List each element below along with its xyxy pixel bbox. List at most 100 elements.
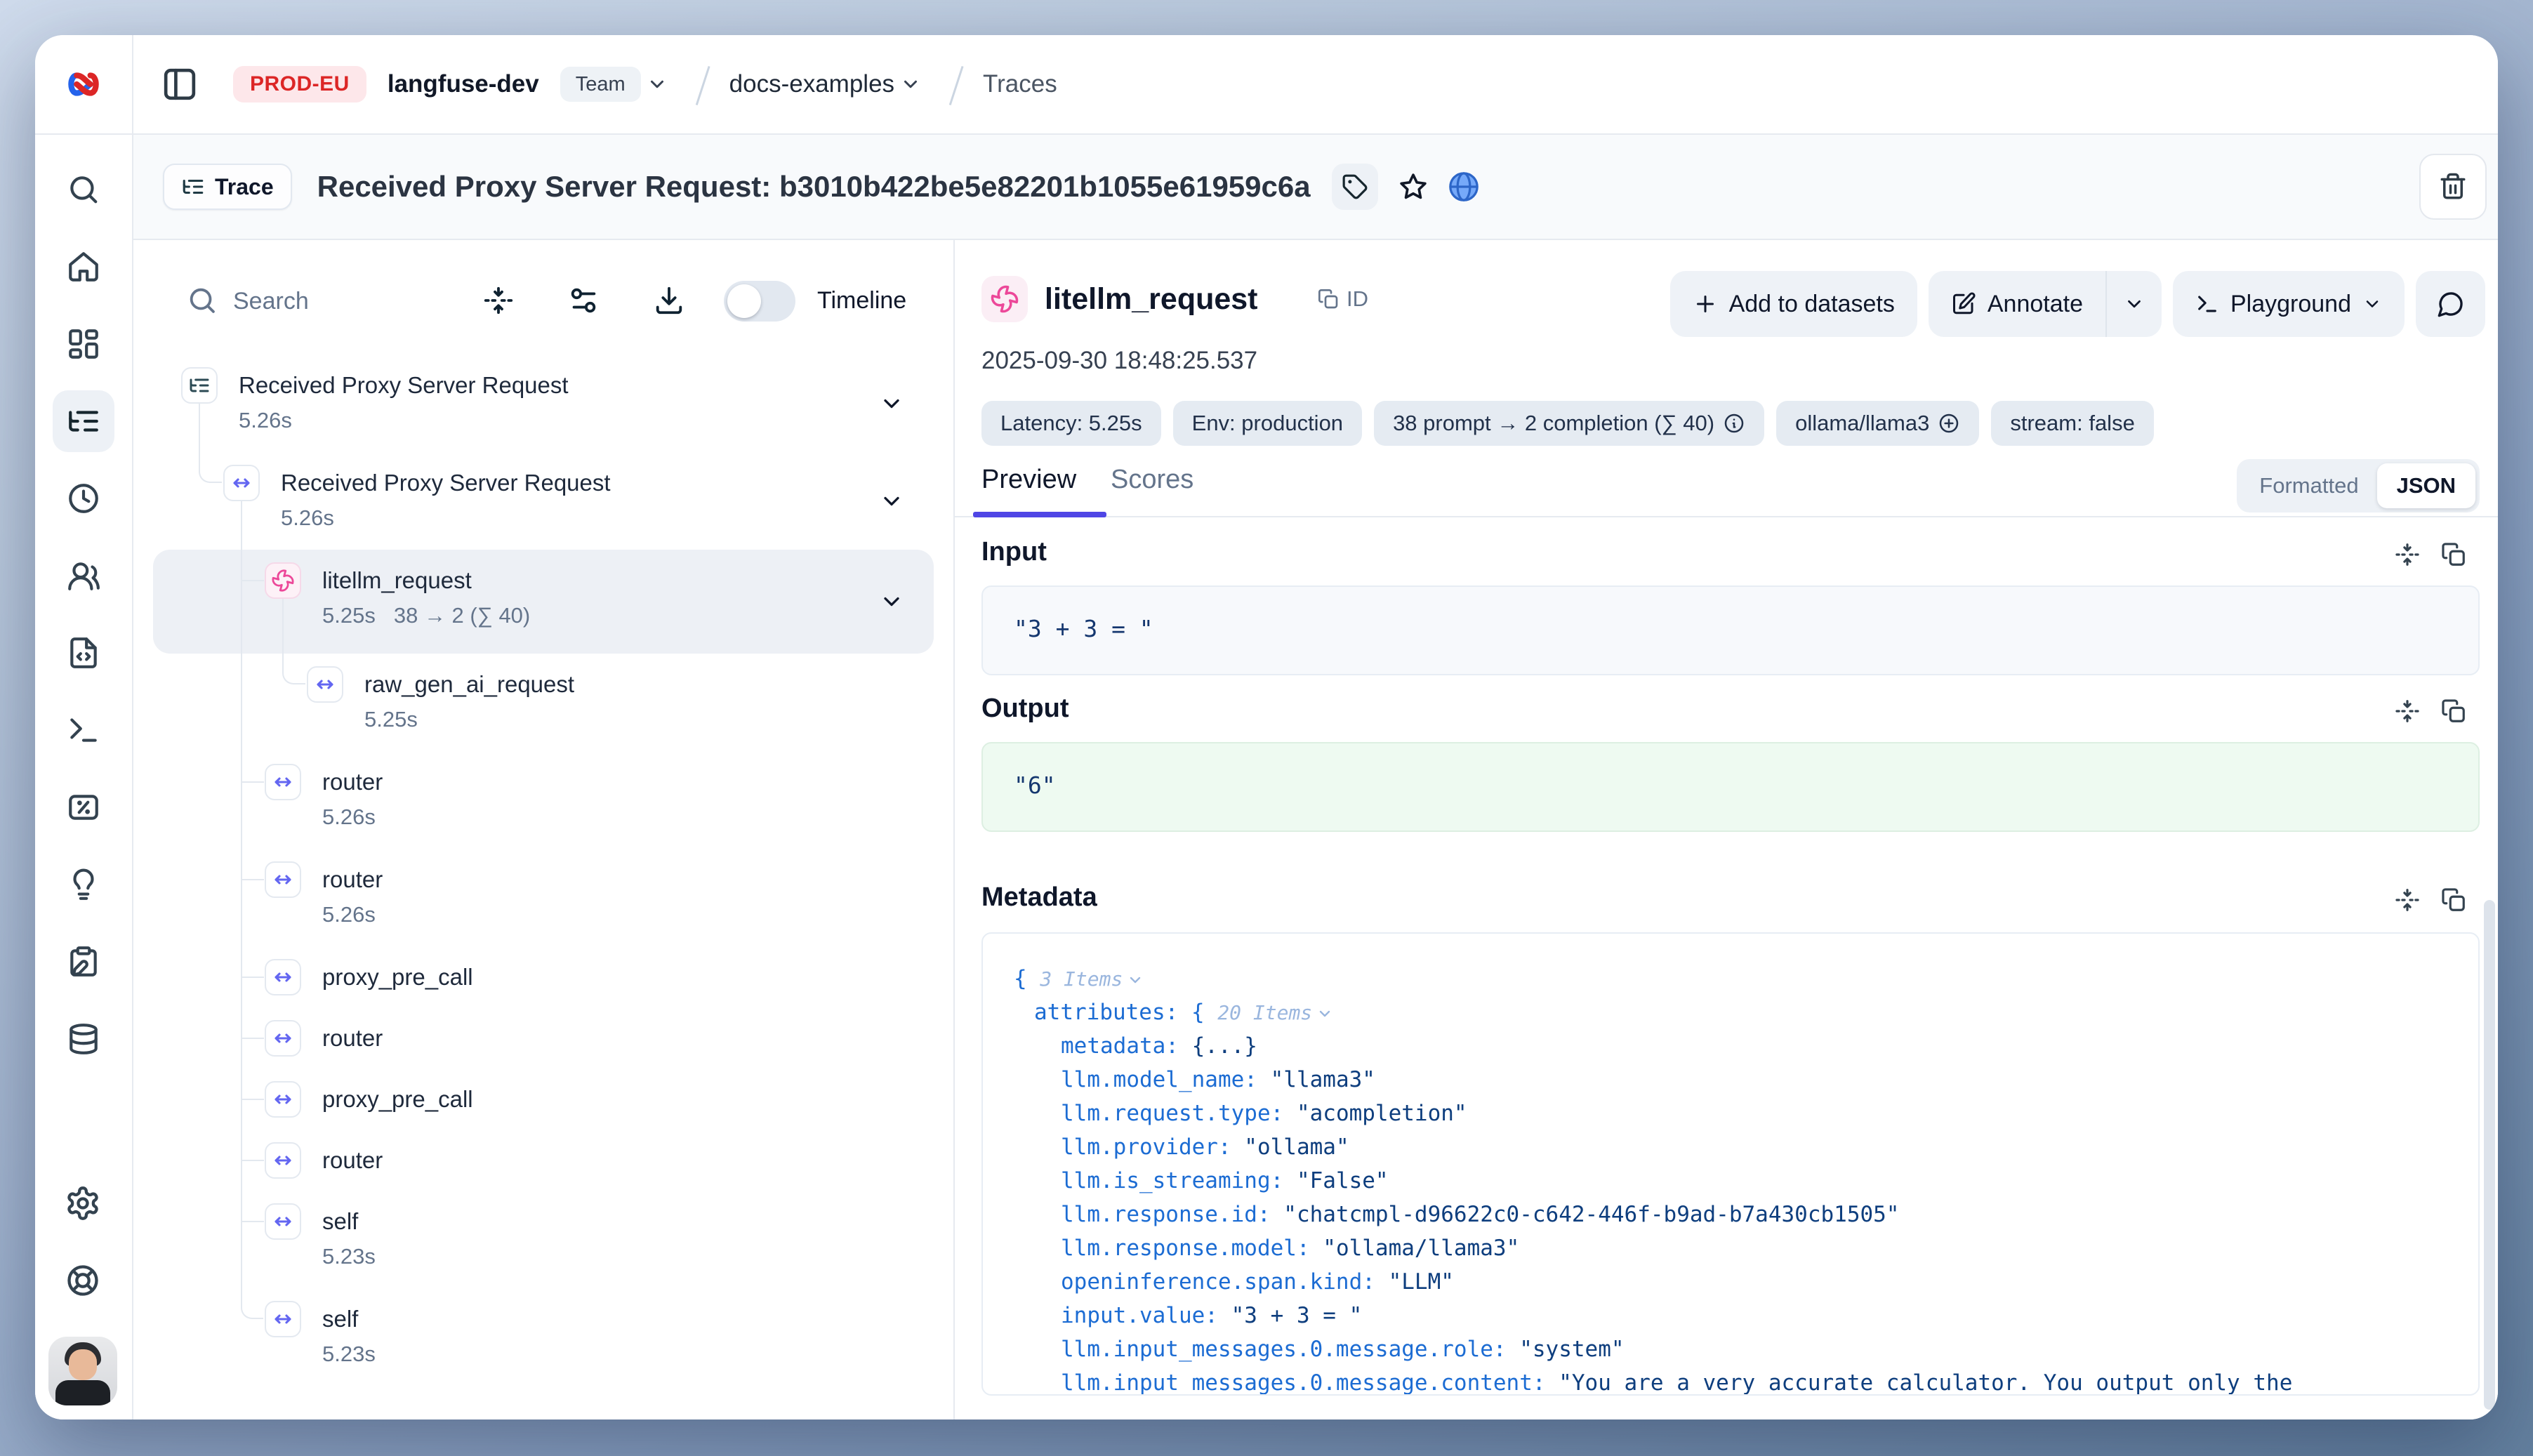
sidebar-item-annotation[interactable]: [53, 931, 114, 993]
badge-ollama-llama3[interactable]: ollama/llama3: [1776, 401, 1979, 446]
fold-vertical-icon[interactable]: [2394, 541, 2421, 568]
info-icon: [1723, 412, 1745, 435]
sidebar-item-users[interactable]: [53, 545, 114, 607]
sidebar-toggle-button[interactable]: [160, 65, 199, 104]
sidebar-item-dashboard[interactable]: [53, 313, 114, 375]
row-collapse-chevron[interactable]: [879, 589, 904, 618]
copy-icon[interactable]: [2440, 541, 2467, 568]
observation-detail-panel: litellm_request ID Add to datasets Annot…: [955, 240, 2498, 1419]
fan-generation-icon: [271, 569, 295, 593]
chevron-down-icon: [879, 391, 904, 416]
json-line[interactable]: attributes: { 20 Items: [1014, 995, 2478, 1029]
badge-latency[interactable]: Latency: 5.25s: [981, 401, 1161, 446]
tree-item-metrics: 38 → 2 (∑ 40): [394, 603, 530, 628]
sidebar-item-settings[interactable]: [52, 1172, 114, 1234]
tree-item-duration: 5.26s: [281, 503, 611, 534]
chevron-down-icon: [879, 589, 904, 614]
span-type-badge: [265, 1020, 301, 1057]
scores-icon: [66, 790, 101, 825]
evaluation-icon: [66, 867, 101, 902]
user-avatar[interactable]: [48, 1337, 117, 1405]
detail-scrollbar[interactable]: [2484, 900, 2495, 1410]
sidebar-item-datasets[interactable]: [53, 1008, 114, 1070]
users-icon: [66, 558, 101, 593]
copy-icon[interactable]: [2440, 887, 2467, 913]
breadcrumb-divider: [940, 63, 963, 105]
badge-38-prompt-2-completion-40-[interactable]: 38 prompt → 2 completion (∑ 40): [1374, 401, 1764, 446]
lifebuoy-icon: [65, 1262, 101, 1299]
collapse-chevron-icon: [1316, 1005, 1333, 1022]
json-line: input.value: "3 + 3 = ": [1014, 1299, 2478, 1332]
tag-icon: [1342, 173, 1368, 200]
tree-item-label: router: [322, 1145, 383, 1176]
copy-icon[interactable]: [2440, 698, 2467, 724]
breadcrumb-org[interactable]: langfuse-dev: [388, 70, 539, 98]
arrows-left-right-icon: [271, 1210, 295, 1233]
add-to-datasets-button[interactable]: Add to datasets: [1670, 271, 1917, 337]
annotation-icon: [66, 944, 101, 979]
breadcrumb-project[interactable]: docs-examples: [729, 70, 894, 98]
plus-circle-icon: [1938, 412, 1960, 435]
delete-trace-button[interactable]: [2419, 154, 2487, 220]
arrows-left-right-icon: [271, 868, 295, 892]
annotate-button[interactable]: Annotate: [1929, 271, 2105, 337]
badge-stream[interactable]: stream: false: [1991, 401, 2153, 446]
badge-env[interactable]: Env: production: [1173, 401, 1362, 446]
comments-button[interactable]: [2416, 271, 2485, 337]
sidebar-item-traces[interactable]: [53, 390, 114, 452]
sidebar-item-search[interactable]: [53, 159, 114, 220]
tree-row-received-proxy-server-request[interactable]: Received Proxy Server Request5.26s: [133, 355, 941, 452]
app-logo[interactable]: [35, 35, 132, 135]
trash-icon: [2438, 172, 2468, 201]
sidebar-item-support[interactable]: [52, 1250, 114, 1311]
input-value: "3 + 3 = ": [1014, 615, 1153, 642]
detail-tabs: Preview Scores Formatted JSON: [955, 455, 2498, 517]
sidebar-item-home[interactable]: [53, 236, 114, 298]
tree-item-label: self: [322, 1206, 376, 1237]
sidebar-item-prompts[interactable]: [53, 622, 114, 684]
tree-connector: [242, 1099, 264, 1100]
format-toggle-formatted[interactable]: Formatted: [2241, 473, 2376, 498]
generation-type-badge: [981, 276, 1028, 322]
chevron-down-icon: [2124, 293, 2145, 315]
row-collapse-chevron[interactable]: [879, 489, 904, 517]
row-collapse-chevron[interactable]: [879, 391, 904, 420]
json-line[interactable]: { 3 Items: [1014, 962, 2478, 995]
copy-id-button[interactable]: ID: [1317, 286, 1368, 312]
arrows-left-right-icon: [313, 673, 337, 696]
preview-content: Input "3 + 3 = " Output "6" Metadata: [955, 517, 2498, 1419]
metadata-json-box: { 3 Itemsattributes: { 20 Itemsmetadata:…: [981, 932, 2480, 1396]
breadcrumb-section[interactable]: Traces: [983, 70, 1057, 98]
playground-button[interactable]: Playground: [2173, 271, 2405, 337]
search-icon: [66, 172, 101, 207]
chevron-down-icon: [879, 489, 904, 514]
span-type-badge: [265, 861, 301, 898]
bookmark-star-button[interactable]: [1394, 167, 1433, 206]
tags-button[interactable]: [1332, 164, 1378, 210]
datasets-icon: [66, 1021, 101, 1057]
environment-badge: PROD-EU: [233, 66, 366, 102]
arrows-left-right-icon: [271, 770, 295, 794]
annotate-button-group: Annotate: [1929, 271, 2162, 337]
tree-connector: [282, 599, 305, 684]
public-share-button[interactable]: [1444, 167, 1483, 206]
format-toggle-json[interactable]: JSON: [2377, 463, 2475, 508]
tree-item-label: self: [322, 1304, 376, 1335]
sidebar-item-playground[interactable]: [53, 699, 114, 761]
sidebar-item-sessions[interactable]: [53, 468, 114, 529]
json-line: llm.model_name: "llama3": [1014, 1063, 2478, 1097]
app-window: PROD-EU langfuse-dev Team docs-examples …: [35, 35, 2498, 1419]
tab-scores[interactable]: Scores: [1111, 465, 1193, 495]
fold-vertical-icon[interactable]: [2394, 698, 2421, 724]
sidebar-item-evaluation[interactable]: [53, 854, 114, 915]
fold-vertical-icon[interactable]: [2394, 887, 2421, 913]
tree-item-label: proxy_pre_call: [322, 962, 473, 993]
org-dropdown-chevron-icon[interactable]: [647, 74, 668, 95]
sidebar-rail: [35, 35, 133, 1419]
project-dropdown-chevron-icon[interactable]: [900, 74, 921, 95]
tab-preview[interactable]: Preview: [981, 465, 1076, 495]
annotate-dropdown-button[interactable]: [2105, 271, 2162, 337]
input-section-heading: Input: [981, 537, 1047, 567]
sidebar-item-scores[interactable]: [53, 776, 114, 838]
playground-icon: [66, 713, 101, 748]
